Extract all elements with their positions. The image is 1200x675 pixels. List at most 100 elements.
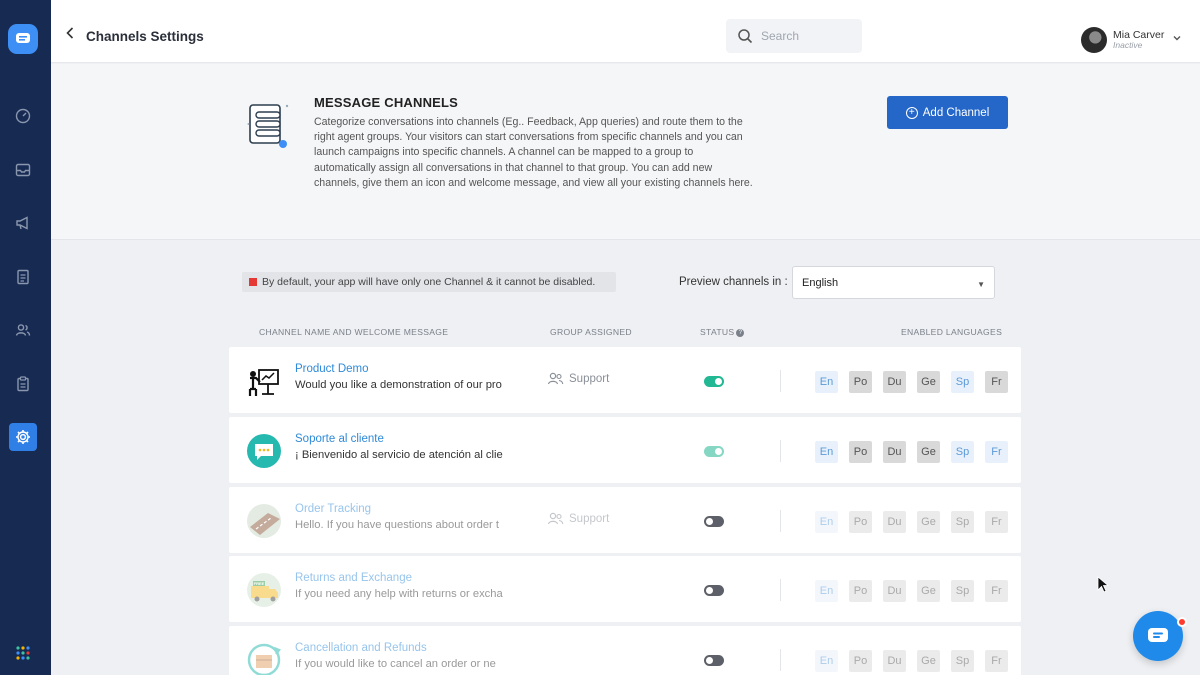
language-chip-du[interactable]: Du [883,580,906,602]
language-chip-fr[interactable]: Fr [985,650,1008,672]
flag-icon [249,278,257,286]
sidebar-item-dashboard[interactable] [9,102,37,130]
language-chip-en[interactable]: En [815,580,838,602]
language-chip-ge[interactable]: Ge [917,441,940,463]
preview-language-select[interactable]: English ▼ [792,266,995,299]
document-icon [17,269,29,285]
status-toggle[interactable] [704,655,724,666]
chat-widget-button[interactable] [1133,611,1183,661]
presentation-icon [248,369,279,396]
caret-down-icon: ▼ [977,280,985,289]
channel-row[interactable]: Soporte al cliente ¡ Bienvenido al servic… [229,417,1021,483]
status-toggle[interactable] [704,516,724,527]
language-chip-du[interactable]: Du [883,371,906,393]
channel-row[interactable]: FREE Returns and Exchange If you need any … [229,556,1021,622]
channel-name[interactable]: Cancellation and Refunds [295,642,427,654]
delivery-truck-icon: FREE [247,573,281,607]
sidebar-item-contacts[interactable] [9,316,37,344]
channel-name[interactable]: Order Tracking [295,503,371,515]
language-chip-ge[interactable]: Ge [917,580,940,602]
add-channel-label: Add Channel [922,106,990,119]
group-name: Support [569,512,610,525]
language-chip-sp[interactable]: Sp [951,580,974,602]
language-chip-en[interactable]: En [815,371,838,393]
enabled-languages: En Po Du Ge Sp Fr [815,511,1008,533]
svg-text:FREE: FREE [254,581,265,586]
enabled-languages: En Po Du Ge Sp Fr [815,580,1008,602]
channel-row[interactable]: Order Tracking Hello. If you have questio… [229,487,1021,553]
sidebar-item-campaigns[interactable] [9,209,37,237]
group-name: Support [569,372,610,385]
channel-name[interactable]: Product Demo [295,363,369,375]
language-chip-en[interactable]: En [815,650,838,672]
column-divider [780,440,781,462]
column-divider [780,370,781,392]
language-chip-du[interactable]: Du [883,511,906,533]
language-chip-sp[interactable]: Sp [951,441,974,463]
road-tracking-icon [247,504,281,538]
status-header-label: STATUS [700,327,735,337]
default-channel-notice: By default, your app will have only one … [242,272,616,292]
language-chip-du[interactable]: Du [883,650,906,672]
group-assigned[interactable]: Support [547,512,609,525]
language-chip-sp[interactable]: Sp [951,511,974,533]
channel-row[interactable]: Product Demo Would you like a demonstrati… [229,347,1021,413]
sidebar [0,0,51,675]
language-chip-po[interactable]: Po [849,371,872,393]
sidebar-item-tasks[interactable] [9,370,37,398]
language-chip-ge[interactable]: Ge [917,371,940,393]
status-toggle[interactable] [704,446,724,457]
sidebar-item-inbox[interactable] [9,156,37,184]
sidebar-item-reports[interactable] [9,263,37,291]
language-chip-ge[interactable]: Ge [917,650,940,672]
channel-name[interactable]: Returns and Exchange [295,572,412,584]
language-chip-fr[interactable]: Fr [985,511,1008,533]
language-chip-du[interactable]: Du [883,441,906,463]
group-assigned[interactable]: Support [547,372,609,385]
channel-welcome-message: Hello. If you have questions about order… [295,519,499,531]
status-toggle[interactable] [704,376,724,387]
mouse-cursor-icon [1097,576,1109,593]
search-placeholder: Search [761,29,800,43]
group-users-icon [547,512,564,525]
back-button[interactable] [63,26,77,40]
language-chip-ge[interactable]: Ge [917,511,940,533]
channel-name[interactable]: Soporte al cliente [295,433,384,445]
chat-icon [1148,628,1168,642]
language-chip-fr[interactable]: Fr [985,441,1008,463]
notice-text: By default, your app will have only one … [262,276,596,288]
language-chip-en[interactable]: En [815,511,838,533]
language-chip-sp[interactable]: Sp [951,371,974,393]
language-chip-po[interactable]: Po [849,580,872,602]
notification-dot [1177,617,1187,627]
app-logo[interactable] [8,24,38,54]
chevron-left-icon [66,27,74,39]
language-chip-fr[interactable]: Fr [985,371,1008,393]
column-header-name: CHANNEL NAME AND WELCOME MESSAGE [259,327,449,337]
message-channels-intro: MESSAGE CHANNELS Categorize conversation… [51,64,1200,240]
chevron-down-icon[interactable] [1172,33,1182,43]
add-channel-button[interactable]: + Add Channel [887,96,1008,129]
language-chip-po[interactable]: Po [849,441,872,463]
language-chip-fr[interactable]: Fr [985,580,1008,602]
language-chip-po[interactable]: Po [849,650,872,672]
search-input[interactable]: Search [726,19,862,53]
avatar[interactable] [1081,27,1107,53]
status-toggle[interactable] [704,585,724,596]
language-chip-sp[interactable]: Sp [951,650,974,672]
enabled-languages: En Po Du Ge Sp Fr [815,650,1008,672]
channel-welcome-message: ¡ Bienvenido al servicio de atención al … [295,449,503,461]
chat-bubble-icon [247,434,281,468]
section-description: Categorize conversations into channels (… [314,116,753,189]
plus-circle-icon: + [905,106,918,119]
channel-row[interactable]: Cancellation and Refunds If you would lik… [229,626,1021,675]
column-header-languages: ENABLED LANGUAGES [901,327,1003,337]
language-chip-en[interactable]: En [815,441,838,463]
column-header-group: GROUP ASSIGNED [550,327,632,337]
grid-icon [16,646,30,660]
sidebar-item-settings[interactable] [9,423,37,451]
apps-grid-button[interactable] [9,639,37,667]
help-icon[interactable]: ? [736,328,745,337]
language-chip-po[interactable]: Po [849,511,872,533]
column-divider [780,579,781,601]
